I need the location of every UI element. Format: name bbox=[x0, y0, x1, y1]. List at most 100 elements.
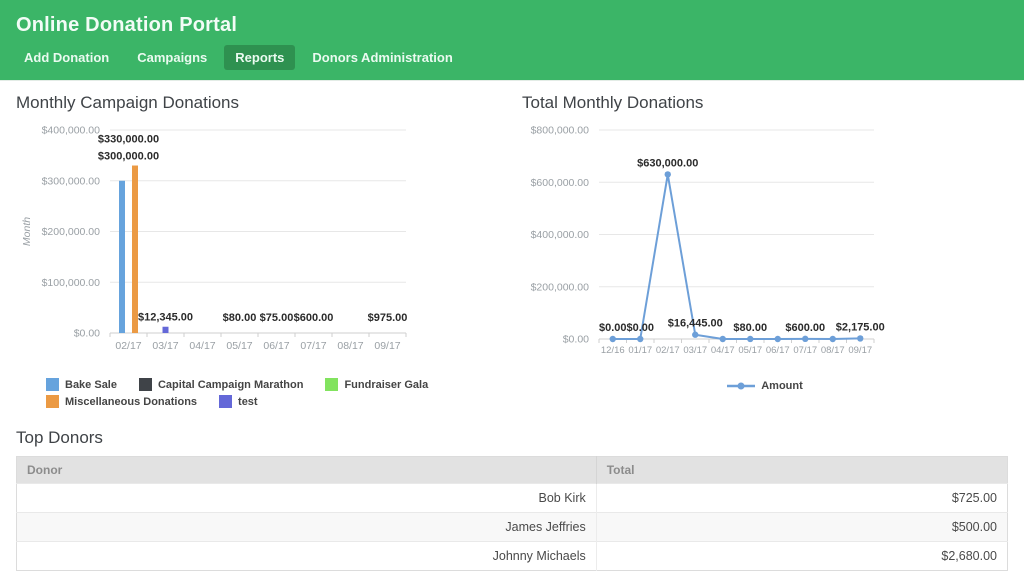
amount-line bbox=[613, 174, 861, 339]
monthly-donations-panel: Total Monthly Donations $800,000.00 $600,… bbox=[508, 93, 1008, 412]
nav-item-add-donation[interactable]: Add Donation bbox=[13, 45, 120, 70]
main-nav: Add DonationCampaignsReportsDonors Admin… bbox=[0, 45, 1024, 80]
main-content: Monthly Campaign Donations $400,000.00$3… bbox=[0, 81, 1024, 571]
point-data-label: $0.00 bbox=[626, 322, 654, 334]
line-marker-icon bbox=[727, 381, 755, 391]
legend-label: Capital Campaign Marathon bbox=[158, 379, 303, 391]
y-axis-tick-label: $100,000.00 bbox=[42, 277, 101, 289]
donor-name-cell: James Jeffries bbox=[17, 513, 597, 542]
table-row: Johnny Michaels$2,680.00 bbox=[17, 542, 1008, 571]
x-axis-tick-label: 12/16 bbox=[601, 345, 625, 356]
x-axis-tick-label: 09/17 bbox=[374, 340, 400, 352]
x-axis-tick-label: 02/17 bbox=[656, 345, 680, 356]
bar-miscellaneous-donations[interactable] bbox=[132, 166, 138, 333]
line-chart-legend: Amount bbox=[522, 380, 1008, 392]
legend-label: Miscellaneous Donations bbox=[65, 396, 197, 408]
x-axis-tick-label: 07/17 bbox=[300, 340, 326, 352]
x-axis-tick-label: 05/17 bbox=[738, 345, 762, 356]
x-axis-tick-label: 01/17 bbox=[628, 345, 652, 356]
donor-total-cell: $725.00 bbox=[596, 484, 1007, 513]
bar-chart-legend: Bake Sale Capital Campaign Marathon Fundra… bbox=[46, 378, 508, 408]
y-axis-tick-label: $400,000.00 bbox=[42, 125, 101, 137]
x-axis-tick-label: 08/17 bbox=[337, 340, 363, 352]
nav-item-reports[interactable]: Reports bbox=[224, 45, 295, 70]
data-point-marker[interactable] bbox=[720, 336, 726, 342]
column-header-donor: Donor bbox=[17, 457, 597, 484]
data-point-marker[interactable] bbox=[802, 336, 808, 342]
x-axis-tick-label: 03/17 bbox=[683, 345, 707, 356]
x-axis-tick-label: 06/17 bbox=[766, 345, 790, 356]
y-axis-tick-label: $300,000.00 bbox=[42, 175, 101, 187]
legend-label: test bbox=[238, 396, 258, 408]
donor-name-cell: Bob Kirk bbox=[17, 484, 597, 513]
legend-swatch-icon bbox=[46, 395, 59, 408]
bar-data-label: $75.00 bbox=[260, 312, 294, 324]
top-donors-table: DonorTotal Bob Kirk$725.00James Jeffries… bbox=[16, 456, 1008, 571]
total-monthly-donations-chart[interactable]: $800,000.00 $600,000.00 $400,000.00 $200,00… bbox=[522, 121, 1008, 371]
table-row: Bob Kirk$725.00 bbox=[17, 484, 1008, 513]
point-data-label: $2,175.00 bbox=[836, 321, 885, 333]
legend-item-test[interactable]: test bbox=[219, 395, 258, 408]
monthly-campaign-donations-chart[interactable]: $400,000.00 $300,000.00 $200,000.00 $100,00… bbox=[16, 121, 494, 371]
point-data-label: $80.00 bbox=[733, 322, 767, 334]
bar-data-label: $300,000.00 bbox=[98, 151, 159, 163]
x-axis-tick-label: 04/17 bbox=[189, 340, 215, 352]
legend-swatch-icon bbox=[46, 378, 59, 391]
data-point-marker[interactable] bbox=[775, 336, 781, 342]
top-donors-section: Top Donors DonorTotal Bob Kirk$725.00Jam… bbox=[16, 428, 1008, 571]
x-axis-tick-label: 09/17 bbox=[848, 345, 872, 356]
legend-item-miscellaneous-donations[interactable]: Miscellaneous Donations bbox=[46, 395, 197, 408]
y-axis-tick-label: $0.00 bbox=[74, 328, 100, 340]
page-title: Online Donation Portal bbox=[0, 0, 1024, 45]
point-data-label: $16,445.00 bbox=[668, 318, 723, 330]
bar-data-label: $12,345.00 bbox=[138, 312, 193, 324]
bar-data-label: $600.00 bbox=[294, 312, 334, 324]
legend-label: Bake Sale bbox=[65, 379, 117, 391]
bar-bake-sale[interactable] bbox=[119, 181, 125, 333]
legend-row: Bake Sale Capital Campaign Marathon Fundra… bbox=[46, 378, 508, 391]
nav-item-campaigns[interactable]: Campaigns bbox=[126, 45, 218, 70]
point-data-label: $600.00 bbox=[785, 322, 825, 334]
line-chart-title: Total Monthly Donations bbox=[522, 93, 1008, 113]
bar-data-label: $330,000.00 bbox=[98, 134, 159, 146]
data-point-marker[interactable] bbox=[857, 335, 863, 341]
campaign-donations-panel: Monthly Campaign Donations $400,000.00$3… bbox=[16, 93, 508, 412]
legend-item-bake-sale[interactable]: Bake Sale bbox=[46, 378, 117, 391]
y-axis-tick-label: $800,000.00 bbox=[531, 125, 590, 137]
charts-row: Monthly Campaign Donations $400,000.00$3… bbox=[0, 81, 1024, 412]
x-axis-tick-label: 04/17 bbox=[711, 345, 735, 356]
nav-item-donors-administration[interactable]: Donors Administration bbox=[301, 45, 463, 70]
bar-data-label: $80.00 bbox=[223, 312, 257, 324]
x-axis-tick-label: 02/17 bbox=[115, 340, 141, 352]
legend-item-amount[interactable]: Amount bbox=[727, 380, 803, 392]
data-point-marker[interactable] bbox=[747, 336, 753, 342]
y-axis-tick-label: $200,000.00 bbox=[531, 281, 590, 293]
bar-test[interactable] bbox=[163, 327, 169, 333]
donor-total-cell: $2,680.00 bbox=[596, 542, 1007, 571]
x-axis-tick-label: 07/17 bbox=[793, 345, 817, 356]
top-donors-title: Top Donors bbox=[16, 428, 1008, 448]
column-header-total: Total bbox=[596, 457, 1007, 484]
data-point-marker[interactable] bbox=[692, 332, 698, 338]
x-axis-tick-label: 03/17 bbox=[152, 340, 178, 352]
legend-item-fundraiser-gala[interactable]: Fundraiser Gala bbox=[325, 378, 428, 391]
y-axis-tick-label: $0.00 bbox=[563, 334, 589, 346]
legend-swatch-icon bbox=[139, 378, 152, 391]
y-axis-tick-label: $200,000.00 bbox=[42, 226, 101, 238]
legend-item-capital-campaign-marathon[interactable]: Capital Campaign Marathon bbox=[139, 378, 303, 391]
bar-chart-title: Monthly Campaign Donations bbox=[16, 93, 508, 113]
x-axis-tick-label: 08/17 bbox=[821, 345, 845, 356]
donor-total-cell: $500.00 bbox=[596, 513, 1007, 542]
bar-data-label: $975.00 bbox=[368, 312, 408, 324]
y-axis-tick-label: $600,000.00 bbox=[531, 177, 590, 189]
legend-swatch-icon bbox=[325, 378, 338, 391]
y-axis-tick-label: $400,000.00 bbox=[531, 229, 590, 241]
data-point-marker[interactable] bbox=[830, 336, 836, 342]
legend-row: Miscellaneous Donations test bbox=[46, 395, 508, 408]
data-point-marker[interactable] bbox=[665, 171, 671, 177]
point-data-label: $0.00 bbox=[599, 322, 627, 334]
data-point-marker[interactable] bbox=[637, 336, 643, 342]
legend-swatch-icon bbox=[219, 395, 232, 408]
app-header: Online Donation Portal Add DonationCampa… bbox=[0, 0, 1024, 81]
data-point-marker[interactable] bbox=[610, 336, 616, 342]
